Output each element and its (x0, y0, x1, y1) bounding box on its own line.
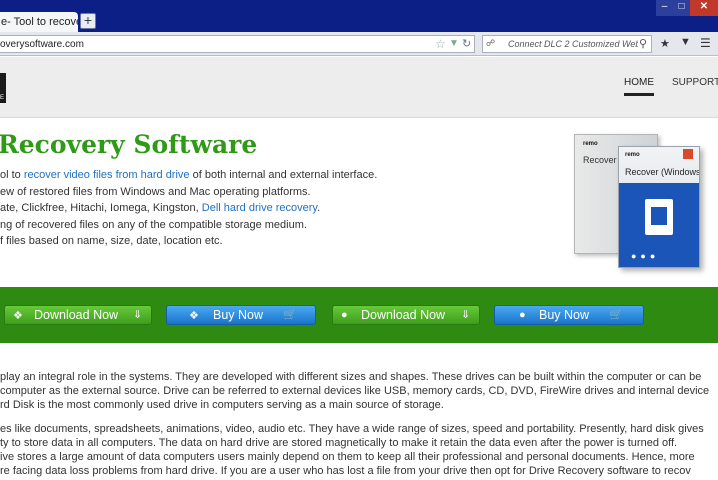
button-label: Download Now (34, 308, 119, 322)
bookmarks-icon[interactable]: ★ (660, 37, 670, 50)
feature-item: ate, Clickfree, Hitachi, Iomega, Kingsto… (0, 200, 420, 217)
article-body: play an integral role in the systems. Th… (0, 370, 718, 478)
site-header: E HOME SUPPORT (0, 57, 718, 118)
search-engine-icon[interactable]: ☍ (486, 38, 499, 50)
browser-tabstrip: e- Tool to recover ... + – □ ✕ (0, 0, 718, 32)
url-text: overysoftware.com (0, 39, 84, 50)
browser-tab[interactable]: e- Tool to recover ... (0, 12, 78, 32)
drive-icon (645, 199, 673, 235)
feature-text: ng of recovered files on any of the comp… (0, 218, 307, 231)
reload-icon[interactable]: ↻ (462, 37, 471, 50)
menu-icon[interactable]: ☰ (700, 36, 711, 50)
windows-buy-button[interactable]: ❖ Buy Now 🛒 (166, 305, 316, 325)
paragraph-line: play an integral role in the systems. Th… (0, 371, 702, 383)
paragraph-line: rd Disk is the most commonly used drive … (0, 399, 444, 411)
paragraph-line: re facing data loss problems from hard d… (0, 465, 691, 477)
article-paragraph: play an integral role in the systems. Th… (0, 370, 718, 412)
feature-text: of both internal and external interface. (189, 169, 378, 181)
windows-download-button[interactable]: ❖ Download Now ⇓ (4, 305, 152, 325)
search-icon[interactable]: ⚲ (639, 37, 647, 50)
nav-home[interactable]: HOME (624, 77, 654, 96)
feature-text: ate, Clickfree, Hitachi, Iomega, Kingsto… (0, 202, 202, 214)
cart-icon: 🛒 (609, 309, 623, 321)
feature-icons: ●●● (631, 251, 660, 261)
paragraph-line: ty to store data in all computers. The d… (0, 437, 678, 449)
box-title: Recover (Windows) (625, 167, 700, 177)
feature-item: ng of recovered files on any of the comp… (0, 217, 420, 234)
feature-list: ol to recover video files from hard driv… (0, 167, 420, 250)
badge-icon (683, 149, 693, 159)
windows-icon: ❖ (189, 310, 199, 322)
product-box-front: remo Recover (Windows) ●●● (618, 146, 700, 268)
download-arrow-icon: ⇓ (461, 309, 471, 321)
download-arrow-icon: ⇓ (133, 309, 143, 321)
browser-navbar: overysoftware.com ☆ ▼ ↻ ☍ Connect DLC 2 … (0, 32, 718, 56)
feature-text: ew of restored files from Windows and Ma… (0, 185, 311, 198)
feature-link[interactable]: Dell hard drive recovery (202, 202, 317, 214)
apple-icon: ● (341, 309, 348, 321)
box-brand: remo (625, 152, 640, 158)
logo-text: E (0, 95, 5, 101)
box-title: Recover ( (583, 155, 623, 165)
feature-text: f files based on name, size, date, locat… (0, 235, 223, 247)
button-label: Buy Now (213, 308, 264, 322)
feature-text: ol to (0, 169, 24, 181)
nav-support[interactable]: SUPPORT (672, 77, 718, 88)
close-icon[interactable]: ✕ (690, 0, 718, 16)
apple-icon: ● (519, 309, 526, 321)
box-brand: remo (583, 141, 598, 147)
search-input[interactable]: ☍ Connect DLC 2 Customized Web S ⚲ (482, 35, 652, 53)
feature-text: . (317, 202, 321, 214)
feature-item: f files based on name, size, date, locat… (0, 233, 420, 250)
mac-download-button[interactable]: ● Download Now ⇓ (332, 305, 480, 325)
bookmark-star-icon[interactable]: ☆ (435, 37, 446, 51)
feature-item: ol to recover video files from hard driv… (0, 167, 420, 184)
feature-item: ew of restored files from Windows and Ma… (0, 184, 420, 201)
page-title: Recovery Software (0, 130, 258, 159)
mac-buy-button[interactable]: ● Buy Now 🛒 (494, 305, 644, 325)
product-box-image: remo Recover ( remo Recover (Windows) ●●… (574, 134, 700, 268)
article-paragraph: es like documents, spreadsheets, animati… (0, 422, 718, 478)
paragraph-line: computer as the external source. Drive c… (0, 385, 710, 397)
minimize-icon[interactable]: – (656, 0, 673, 16)
search-placeholder: Connect DLC 2 Customized Web S (508, 39, 638, 49)
downloads-icon[interactable]: ▼ (680, 36, 691, 48)
paragraph-line: ive stores a large amount of data comput… (0, 451, 695, 463)
maximize-icon[interactable]: □ (673, 0, 690, 16)
address-bar[interactable]: overysoftware.com ☆ ▼ ↻ (0, 35, 475, 53)
feature-link[interactable]: recover video files from hard drive (24, 169, 190, 181)
button-label: Buy Now (539, 308, 590, 322)
paragraph-line: es like documents, spreadsheets, animati… (0, 423, 704, 435)
cart-icon: 🛒 (283, 309, 297, 321)
download-band: ❖ Download Now ⇓ ❖ Buy Now 🛒 ● Download … (0, 287, 718, 343)
button-label: Download Now (361, 308, 446, 322)
windows-icon: ❖ (13, 310, 23, 322)
dropdown-arrow-icon[interactable]: ▼ (449, 38, 459, 49)
new-tab-button[interactable]: + (80, 13, 96, 29)
